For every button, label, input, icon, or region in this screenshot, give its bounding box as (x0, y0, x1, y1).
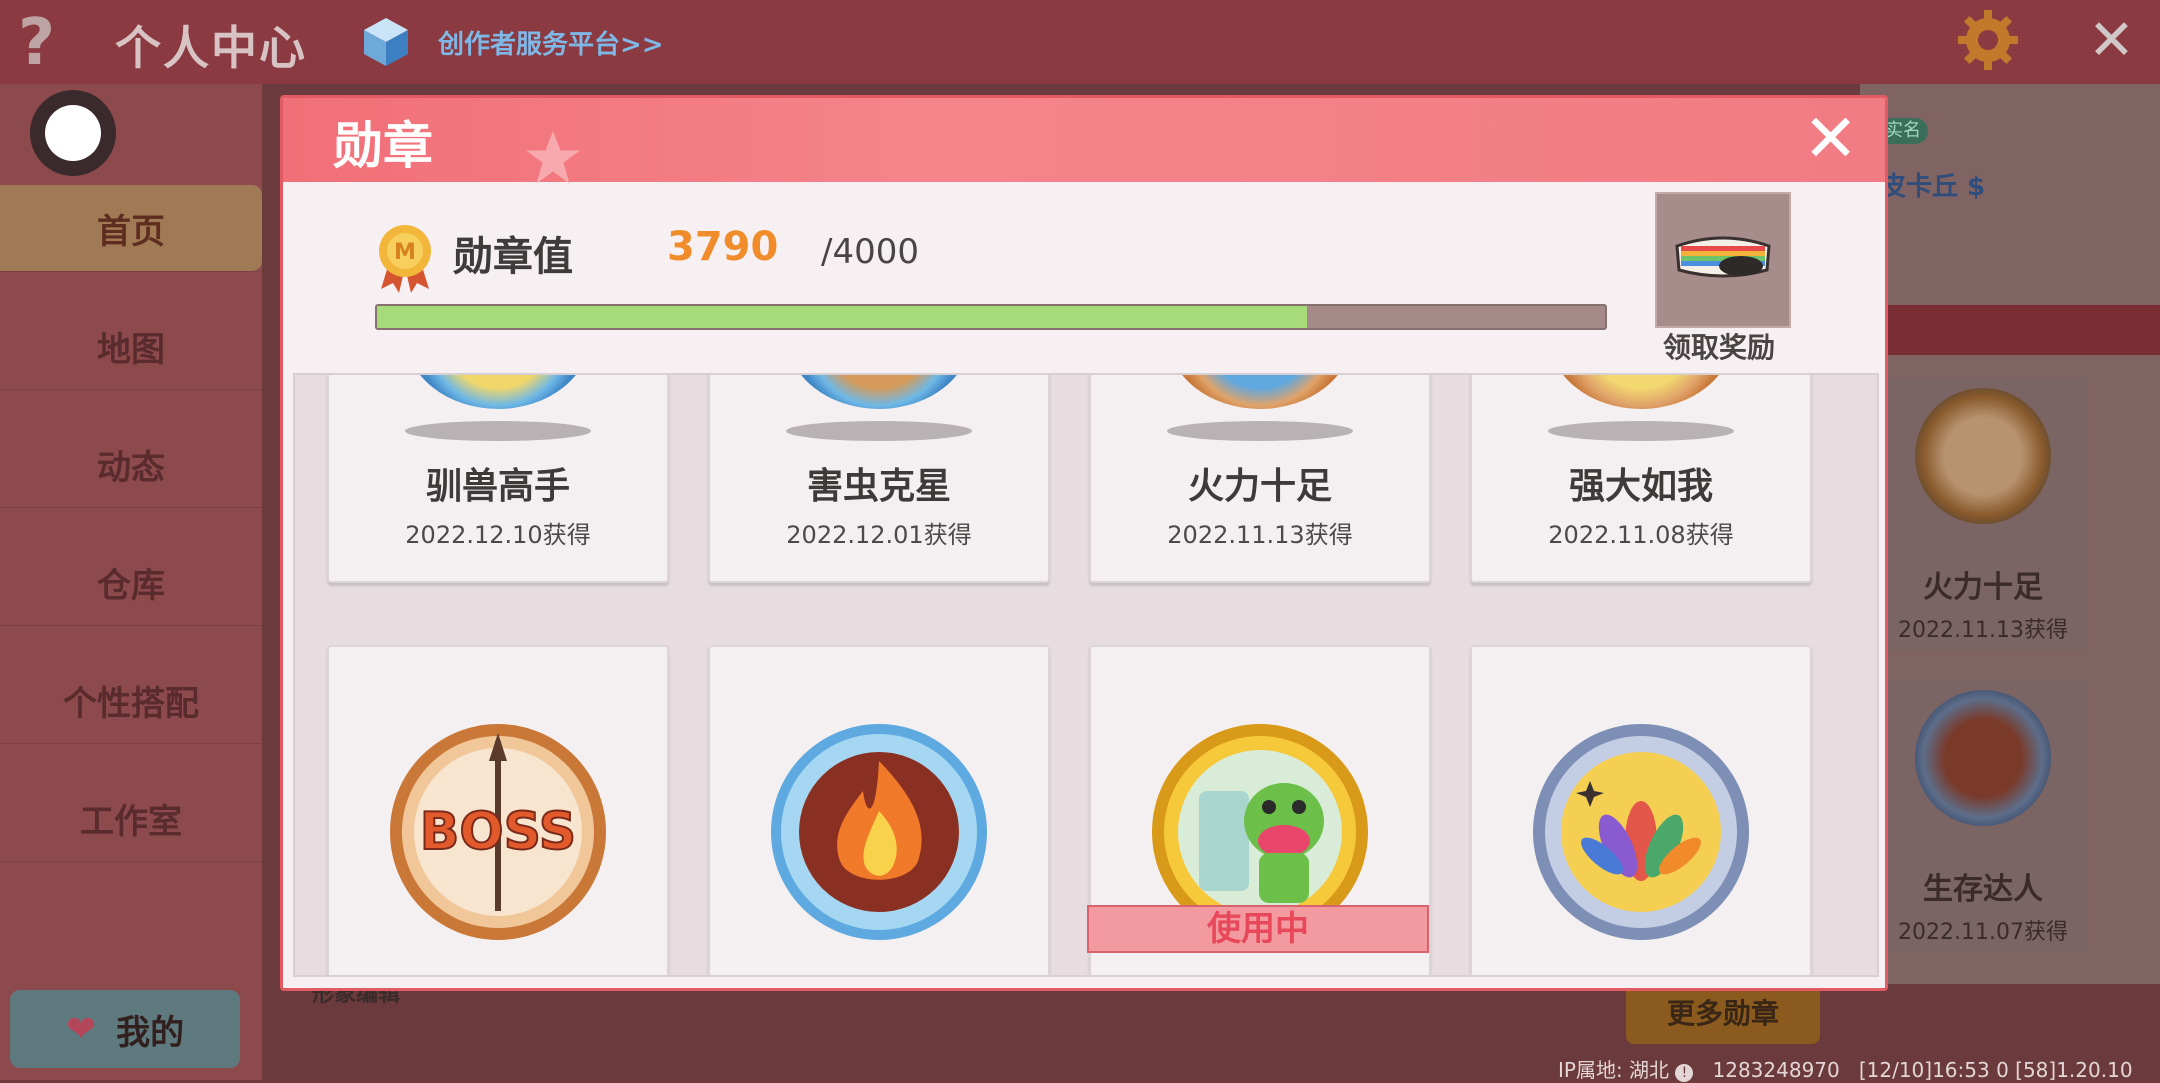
medal-shadow (405, 421, 591, 441)
timestamp: [12/10]16:53 0 (1858, 1058, 2009, 1082)
bg-medal-card[interactable]: 火力十足 2022.11.13获得 (1878, 378, 2088, 650)
fire-medal-icon (771, 724, 987, 940)
medal-date: 2022.12.01获得 (786, 521, 972, 549)
medal-card[interactable] (708, 645, 1050, 975)
star-decoration-icon (526, 131, 580, 184)
sidebar-item-studio[interactable]: 工作室 (0, 775, 262, 862)
creator-platform-link[interactable]: 创作者服务平台>> (438, 24, 664, 61)
beast-tamer-medal-icon (405, 375, 591, 409)
medal-grid: 驯兽高手 2022.12.10获得 害虫克星 2022.12.01获得 火力十足… (293, 373, 1879, 977)
medal-name: 驯兽高手 (425, 466, 570, 507)
medal-card[interactable]: 强大如我 2022.11.08获得 (1470, 375, 1812, 583)
avatar[interactable] (30, 90, 116, 176)
medal-max: /4000 (821, 232, 919, 272)
medal-name: 强大如我 (1568, 466, 1713, 507)
medal-progress-fill (377, 306, 1308, 328)
bg-card-name: 生存达人 (1923, 872, 2043, 907)
sidebar-item-map[interactable]: 地图 (0, 303, 262, 390)
reward-item[interactable] (1655, 192, 1791, 328)
medal-date: 2022.11.08获得 (1548, 521, 1734, 549)
sidebar-item-outfit[interactable]: 个性搭配 (0, 657, 262, 744)
ip-label: IP属地: 湖北 (1558, 1058, 1670, 1082)
dialog-header (283, 98, 1885, 184)
sidebar-item-home[interactable]: 首页 (0, 185, 262, 272)
boss-medal-icon: BOSS (390, 724, 606, 940)
in-use-badge: 使用中 (1087, 905, 1429, 953)
gear-icon[interactable] (1956, 8, 2020, 72)
close-icon[interactable]: ✕ (2088, 8, 2135, 73)
help-icon[interactable]: ? (18, 6, 55, 80)
medal-name: 害虫克星 (806, 466, 951, 507)
firepower-medal-icon (1167, 375, 1353, 409)
top-bar (0, 0, 2160, 84)
medal-value-label: 勋章值 (453, 234, 573, 280)
bg-card-date: 2022.11.07获得 (1898, 920, 2068, 945)
medal-card[interactable]: 驯兽高手 2022.12.10获得 (327, 375, 669, 583)
bg-card-name: 火力十足 (1923, 570, 2043, 605)
sidebar-item-mine[interactable]: ❤ 我的 (10, 990, 240, 1068)
svg-text:BOSS: BOSS (420, 802, 576, 862)
rainbow-glasses-icon (1675, 236, 1771, 278)
medal-card[interactable]: 使用中 (1087, 645, 1431, 975)
bg-card-date: 2022.11.13获得 (1898, 618, 2068, 643)
bg-medal-card[interactable]: 生存达人 2022.11.07获得 (1878, 680, 2088, 952)
medal-date: 2022.12.10获得 (405, 521, 591, 549)
section-band (1860, 305, 2160, 355)
medal-shadow (786, 421, 972, 441)
medal-card[interactable] (1470, 645, 1812, 975)
svg-text:M: M (394, 240, 416, 265)
mighty-medal-icon (1548, 375, 1734, 409)
medal-card[interactable]: 害虫克星 2022.12.01获得 (708, 375, 1050, 583)
medal-name: 火力十足 (1187, 466, 1332, 507)
info-icon: ! (1675, 1064, 1694, 1082)
medal-dialog: 勋章 ✕ M 勋章值 3790 /4000 领取奖励 驯兽高手 2022.12.… (280, 95, 1888, 991)
dialog-close-icon[interactable]: ✕ (1803, 100, 1858, 177)
cube-icon[interactable] (362, 16, 410, 68)
fire-medal-icon (1915, 690, 2051, 826)
sidebar-mine-label: 我的 (116, 1012, 185, 1053)
medal-card[interactable]: 火力十足 2022.11.13获得 (1089, 375, 1431, 583)
sidebar-item-feed[interactable]: 动态 (0, 421, 262, 508)
medal-shadow (1548, 421, 1734, 441)
sidebar-item-storage[interactable]: 仓库 (0, 539, 262, 626)
medal-value-icon: M (379, 225, 431, 293)
claim-reward-label[interactable]: 领取奖励 (1663, 326, 1775, 366)
version: [58]1.20.10 (2015, 1058, 2133, 1082)
dialog-title: 勋章 (333, 117, 433, 175)
treasure-medal-icon (1915, 388, 2051, 524)
medal-card[interactable]: BOSS (327, 645, 669, 975)
uid: 1283248970 (1712, 1058, 1840, 1082)
medal-shadow (1167, 421, 1353, 441)
heart-icon: ❤ (65, 1008, 97, 1050)
pest-buster-medal-icon (786, 375, 972, 409)
flower-medal-icon (1533, 724, 1749, 940)
profile-name: 皮卡丘 $ (1880, 172, 1986, 202)
footer-info: IP属地: 湖北 ! 1283248970 [12/10]16:53 0 [58… (1558, 1054, 2133, 1083)
medal-progress-bar (375, 304, 1607, 330)
medal-date: 2022.11.13获得 (1167, 521, 1353, 549)
page-title: 个人中心 (115, 21, 307, 75)
medal-value: 3790 (667, 224, 779, 270)
